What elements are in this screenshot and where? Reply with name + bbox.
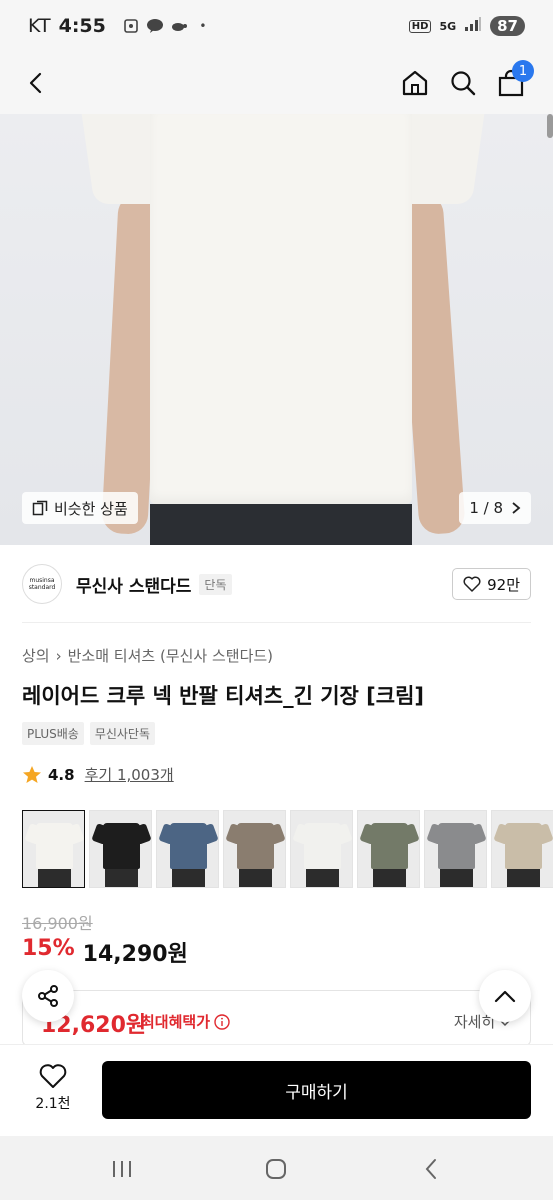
status-bar: KT 4:55 • HD 5G 87 xyxy=(0,0,553,52)
rating-row: 4.8 후기 1,003개 xyxy=(22,764,174,785)
color-option-thumbnail[interactable] xyxy=(424,810,487,888)
share-icon xyxy=(38,985,58,1007)
color-option-thumbnail[interactable] xyxy=(22,810,85,888)
breadcrumb: 상의 › 반소매 티셔츠 (무신사 스탠다드) xyxy=(22,645,273,666)
thumbnail-pants xyxy=(172,869,205,887)
thumbnail-shirt-part xyxy=(237,823,274,869)
cart-button[interactable]: 1 xyxy=(490,60,534,104)
thumbnail-pants xyxy=(239,869,272,887)
heart-icon xyxy=(463,576,481,592)
divider xyxy=(22,622,531,623)
reviews-link[interactable]: 후기 1,003개 xyxy=(85,764,174,785)
color-option-thumbnail[interactable] xyxy=(223,810,286,888)
thumbnail-pants xyxy=(373,869,406,887)
breadcrumb-item[interactable]: 반소매 티셔츠 (무신사 스탠다드) xyxy=(68,645,273,666)
cart-count-badge: 1 xyxy=(512,60,534,82)
tag-exclusive: 무신사단독 xyxy=(89,722,156,745)
signal-icon xyxy=(464,15,482,37)
max-benefit-box[interactable]: 12,620원 최대혜택가 자세히 xyxy=(22,990,531,1046)
back-icon xyxy=(425,1159,436,1179)
star-icon xyxy=(23,765,41,783)
scrollbar[interactable] xyxy=(547,114,553,138)
network-indicator: 5G xyxy=(439,19,457,33)
carrier-label: KT xyxy=(28,15,51,37)
breadcrumb-item[interactable]: 상의 xyxy=(22,645,50,666)
exclusive-badge: 단독 xyxy=(199,573,232,595)
wishlist-button[interactable]: 2.1천 xyxy=(22,1063,84,1113)
thumbnail-pants xyxy=(440,869,473,887)
heart-icon xyxy=(39,1064,67,1088)
max-benefit-label: 최대혜택가 xyxy=(141,1011,230,1032)
recent-apps-button[interactable] xyxy=(102,1154,142,1184)
similar-products-button[interactable]: 비슷한 상품 xyxy=(22,492,138,524)
brand-logo[interactable]: musinsa standard xyxy=(22,564,62,604)
copy-icon xyxy=(32,500,48,516)
scroll-to-top-button[interactable] xyxy=(479,970,531,1022)
rating-score: 4.8 xyxy=(48,765,75,784)
chevron-up-icon xyxy=(494,990,516,1003)
thumbnail-shirt-part xyxy=(36,823,73,869)
screenshot-icon xyxy=(122,17,140,35)
color-option-thumbnail[interactable] xyxy=(290,810,353,888)
battery-indicator: 87 xyxy=(490,16,525,36)
model-pants xyxy=(150,504,412,545)
info-icon xyxy=(214,1013,230,1030)
product-shirt xyxy=(150,114,412,504)
product-image-carousel[interactable]: 비슷한 상품 1 / 8 xyxy=(0,114,553,545)
bottom-action-bar: 2.1천 구매하기 xyxy=(0,1044,553,1136)
sale-price: 14,290원 xyxy=(82,942,188,967)
share-button[interactable] xyxy=(22,970,74,1022)
home-circle-icon xyxy=(266,1159,286,1179)
thumbnail-pants xyxy=(38,869,71,887)
recent-apps-icon xyxy=(113,1161,131,1177)
thumbnail-shirt-part xyxy=(103,823,140,869)
color-option-thumbnail[interactable] xyxy=(156,810,219,888)
search-icon xyxy=(451,71,476,96)
color-option-thumbnail[interactable] xyxy=(491,810,553,888)
notification-dot: • xyxy=(199,19,207,33)
chevron-left-icon xyxy=(29,72,42,94)
thumbnail-shirt-part xyxy=(505,823,542,869)
android-navigation-bar xyxy=(0,1136,553,1200)
thumbnail-pants xyxy=(507,869,540,887)
thumbnail-pants xyxy=(105,869,138,887)
home-button[interactable] xyxy=(394,62,436,104)
home-icon xyxy=(402,70,428,96)
page-indicator-text: 1 / 8 xyxy=(469,499,503,517)
talk-icon xyxy=(146,17,164,35)
thumbnail-shirt-part xyxy=(304,823,341,869)
brand-name[interactable]: 무신사 스탠다드 xyxy=(76,572,191,597)
search-button[interactable] xyxy=(442,62,484,104)
price-row: 15% 14,290원 xyxy=(22,936,188,968)
thumbnail-shirt-part xyxy=(371,823,408,869)
similar-products-label: 비슷한 상품 xyxy=(54,499,128,518)
back-button[interactable] xyxy=(16,62,58,104)
back-nav-button[interactable] xyxy=(411,1154,451,1184)
clock: 4:55 xyxy=(58,15,106,37)
app-header: 1 xyxy=(0,52,553,114)
discount-rate: 15% xyxy=(22,936,75,961)
hd-indicator: HD xyxy=(408,19,432,33)
brand-row: musinsa standard 무신사 스탠다드 단독 92만 xyxy=(0,545,553,623)
wishlist-count: 2.1천 xyxy=(35,1096,71,1112)
buy-button[interactable]: 구매하기 xyxy=(102,1061,531,1119)
brand-like-count: 92만 xyxy=(487,575,520,594)
color-option-thumbnail[interactable] xyxy=(89,810,152,888)
thumbnail-shirt-part xyxy=(438,823,475,869)
thumbnail-pants xyxy=(306,869,339,887)
color-option-thumbnail[interactable] xyxy=(357,810,420,888)
home-nav-button[interactable] xyxy=(256,1154,296,1184)
thumbnail-shirt-part xyxy=(170,823,207,869)
chevron-right-icon xyxy=(512,502,521,514)
brand-like-button[interactable]: 92만 xyxy=(452,568,531,600)
color-options xyxy=(22,810,553,888)
image-page-indicator[interactable]: 1 / 8 xyxy=(459,492,531,524)
tag-plus-delivery: PLUS배송 xyxy=(22,722,84,745)
original-price: 16,900원 xyxy=(22,914,93,933)
product-title: 레이어드 크루 넥 반팔 티셔츠_긴 기장 [크림] xyxy=(22,684,425,708)
breadcrumb-separator-icon: › xyxy=(55,646,62,665)
turtle-icon xyxy=(170,17,188,35)
product-tags: PLUS배송 무신사단독 xyxy=(22,722,156,745)
